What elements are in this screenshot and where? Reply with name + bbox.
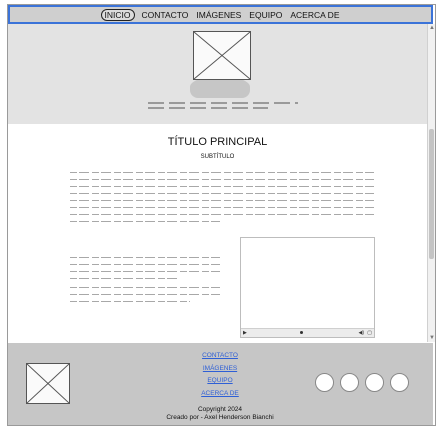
nav-item-inicio[interactable]: INICIO bbox=[100, 8, 135, 21]
video-player[interactable]: ▶ ◀) ▢ bbox=[240, 237, 375, 338]
footer-link-acerca-de[interactable]: ACERCA DE bbox=[158, 388, 282, 401]
scrubber-handle[interactable] bbox=[300, 331, 303, 334]
hero-image-placeholder bbox=[193, 31, 251, 80]
footer-link-equipo[interactable]: EQUIPO bbox=[158, 375, 282, 388]
social-circle-icon[interactable] bbox=[340, 373, 359, 392]
nav-item-imagenes[interactable]: IMÁGENES bbox=[195, 10, 242, 20]
footer-link-contacto[interactable]: CONTACTO bbox=[158, 350, 282, 363]
play-icon[interactable]: ▶ bbox=[243, 330, 247, 336]
credit-text: Creado por - Axel Henderson Bianchi bbox=[166, 413, 274, 421]
nav-item-equipo[interactable]: EQUIPO bbox=[248, 10, 283, 20]
footer-image-placeholder bbox=[26, 363, 70, 404]
scroll-up-icon[interactable]: ▲ bbox=[429, 25, 435, 31]
scroll-down-icon[interactable]: ▼ bbox=[429, 335, 435, 341]
side-text-placeholder bbox=[70, 257, 220, 308]
volume-icon[interactable]: ◀) bbox=[358, 330, 364, 336]
page-subtitle: SUBTÍTULO bbox=[200, 154, 235, 160]
nav-item-acerca-de[interactable]: ACERCA DE bbox=[289, 10, 340, 20]
social-circle-icon[interactable] bbox=[390, 373, 409, 392]
page-title: TÍTULO PRINCIPAL bbox=[167, 136, 268, 148]
nav-item-contacto[interactable]: CONTACTO bbox=[141, 10, 190, 20]
scrollbar-thumb[interactable] bbox=[429, 129, 434, 259]
footer: CONTACTO IMÁGENES EQUIPO ACERCA DE Copyr… bbox=[8, 343, 433, 425]
footer-links: CONTACTO IMÁGENES EQUIPO ACERCA DE bbox=[158, 350, 282, 400]
fullscreen-icon[interactable]: ▢ bbox=[367, 330, 372, 336]
social-circle-icon[interactable] bbox=[315, 373, 334, 392]
top-nav: INICIO CONTACTO IMÁGENES EQUIPO ACERCA D… bbox=[8, 5, 433, 24]
social-icons bbox=[315, 373, 409, 392]
footer-link-imagenes[interactable]: IMÁGENES bbox=[158, 363, 282, 376]
page-frame: INICIO CONTACTO IMÁGENES EQUIPO ACERCA D… bbox=[7, 4, 436, 426]
video-controls: ▶ ◀) ▢ bbox=[241, 328, 374, 337]
hero-caption-placeholder bbox=[148, 102, 298, 112]
hero-section bbox=[8, 24, 427, 124]
copyright-text: Copyright 2024 bbox=[197, 406, 243, 413]
footer-copyright: Copyright 2024 Creado por - Axel Henders… bbox=[128, 406, 312, 421]
social-circle-icon[interactable] bbox=[365, 373, 384, 392]
scrollbar[interactable]: ▲ ▼ bbox=[427, 24, 435, 342]
paragraph-placeholder bbox=[70, 172, 374, 228]
